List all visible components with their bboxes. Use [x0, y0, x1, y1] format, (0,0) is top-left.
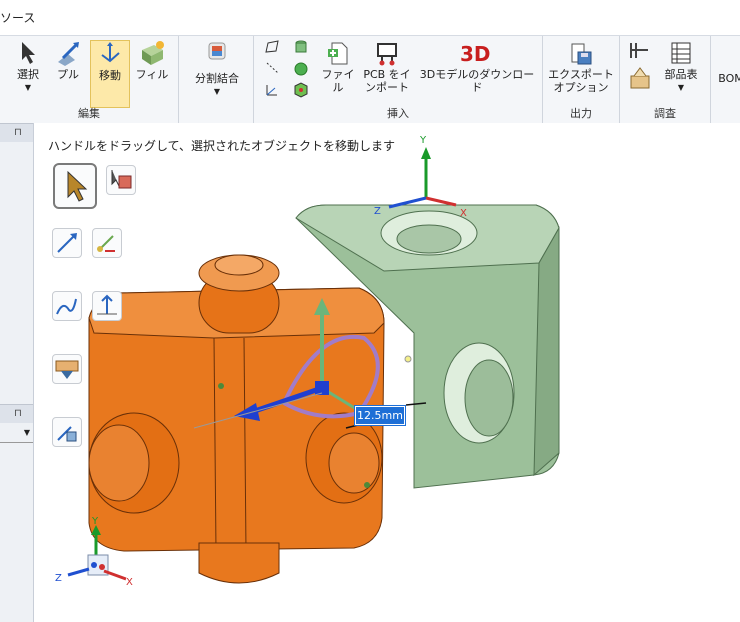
group-label-insert: 挿入: [387, 107, 409, 120]
move-button[interactable]: 移動: [90, 40, 130, 108]
split-combine-icon: [208, 42, 226, 60]
ribbon-group-inspect: 部品表 ▼ 調査: [620, 36, 711, 123]
bom-label: BOM: [718, 72, 740, 85]
svg-text:3D: 3D: [460, 42, 491, 66]
pcb-label-line2: ンポート: [365, 81, 409, 94]
design-viewport[interactable]: Y X Z Y X Z ハンドルをドラッグして、選択されたオブジェクトを移動しま…: [34, 123, 740, 622]
up-to-icon: [97, 294, 117, 315]
ribbon-group-output: エクスポート オプション 出力: [543, 36, 620, 123]
select-body-tool-button[interactable]: [106, 165, 136, 195]
pcb-icon: [377, 43, 397, 66]
group-label-output: 出力: [570, 107, 592, 120]
title-bar: ソース: [0, 0, 740, 35]
panel-dropdown[interactable]: ▼: [0, 428, 33, 443]
export-label-line1: エクスポート: [548, 68, 614, 81]
ruler-icon: [55, 360, 79, 379]
primitive-shapes-icons: [265, 40, 308, 98]
axis-label-x-top: X: [460, 208, 467, 219]
table-icon: [671, 42, 691, 64]
select-label: 選択: [17, 68, 39, 81]
pcb-label-line1: PCB をイ: [363, 68, 411, 81]
detach-icon: [57, 426, 77, 442]
select-button[interactable]: 選択 ▼: [10, 40, 46, 94]
file-label: ファイル: [321, 68, 355, 94]
split-combine-button[interactable]: 分割結合 ▼: [187, 40, 247, 98]
pin-icon[interactable]: ⊓: [14, 408, 22, 419]
pull-label: プル: [57, 68, 79, 81]
ribbon-group-split: 分割結合 ▼: [179, 36, 254, 123]
measure-tools-icons: [630, 43, 650, 89]
pull-button[interactable]: プル: [50, 40, 86, 81]
ruler-tool-button[interactable]: [52, 354, 82, 384]
axis-label-x-cube: X: [126, 577, 133, 588]
panel-header-bottom: ⊓: [0, 404, 33, 423]
chevron-down-icon: ▼: [677, 83, 685, 92]
bom-button[interactable]: BOM: [716, 72, 740, 85]
pull-icon: [58, 42, 79, 66]
detach-tool-button[interactable]: [52, 417, 82, 447]
path-arrow-icon: [56, 298, 77, 315]
3d-model-download-button[interactable]: 3D 3Dモデルのダウンロード: [418, 40, 536, 94]
3d-model-download-label: 3Dモデルのダウンロード: [419, 68, 535, 94]
group-label-inspect: 調査: [654, 107, 676, 120]
group-label-edit: 編集: [78, 107, 100, 120]
ribbon-group-edit: 選択 ▼ プル 移動 フィル 編集: [0, 36, 179, 123]
fill-icon: [142, 41, 164, 65]
anchor-tool-button[interactable]: [92, 228, 122, 258]
move-along-path-tool-button[interactable]: [52, 291, 82, 321]
cursor-arrow-icon: [67, 170, 88, 202]
fill-label: フィル: [135, 68, 169, 81]
axis-label-z-cube: Z: [55, 573, 62, 584]
axis-label-z-top: Z: [374, 206, 381, 217]
move-direction-icon: [57, 233, 77, 253]
move-label: 移動: [99, 69, 121, 82]
pin-icon[interactable]: ⊓: [14, 127, 22, 138]
export-label-line2: オプション: [553, 81, 609, 94]
panel-header-top: ⊓: [0, 123, 33, 142]
3d-model-icon: 3D: [460, 42, 491, 66]
cursor-arrow-icon: [22, 42, 35, 64]
window-title: ソース: [0, 11, 36, 25]
chevron-down-icon: ▼: [24, 83, 32, 92]
chevron-down-icon: ▼: [23, 428, 30, 437]
ribbon-group-insert: ファイル PCB をイ ンポート 3D 3Dモデルのダウンロード 挿入: [254, 36, 543, 123]
export-icon: [571, 43, 592, 65]
file-insert-button[interactable]: ファイル: [320, 40, 356, 94]
fill-button[interactable]: フィル: [134, 40, 170, 81]
bom-table-label: 部品表: [664, 68, 698, 81]
orange-cube[interactable]: [88, 254, 385, 584]
axis-label-y-cube: Y: [91, 516, 99, 527]
anchor-icon: [97, 235, 115, 252]
bom-table-button[interactable]: 部品表 ▼: [658, 40, 704, 94]
export-options-button[interactable]: エクスポート オプション: [547, 40, 615, 94]
split-combine-label: 分割結合: [195, 72, 239, 85]
pcb-import-button[interactable]: PCB をイ ンポート: [362, 40, 412, 94]
dimension-input[interactable]: 12.5mm: [354, 405, 406, 426]
3d-scene[interactable]: Y X Z Y X Z: [34, 123, 740, 622]
left-panel: ⊓ ⊓ ▼: [0, 123, 34, 622]
select-tool-button[interactable]: [53, 163, 97, 209]
chevron-down-icon: ▼: [213, 87, 221, 96]
up-to-tool-button[interactable]: [92, 291, 122, 321]
file-insert-icon: [328, 42, 348, 65]
move-handle-icon: [101, 42, 120, 63]
axis-label-y-top: Y: [419, 135, 427, 146]
move-direction-tool-button[interactable]: [52, 228, 82, 258]
status-hint: ハンドルをドラッグして、選択されたオブジェクトを移動します: [48, 139, 396, 153]
ribbon: 選択 ▼ プル 移動 フィル 編集 分割結合 ▼ ファイル PCB をイ ンポー…: [0, 35, 740, 124]
select-body-icon: [111, 170, 132, 189]
